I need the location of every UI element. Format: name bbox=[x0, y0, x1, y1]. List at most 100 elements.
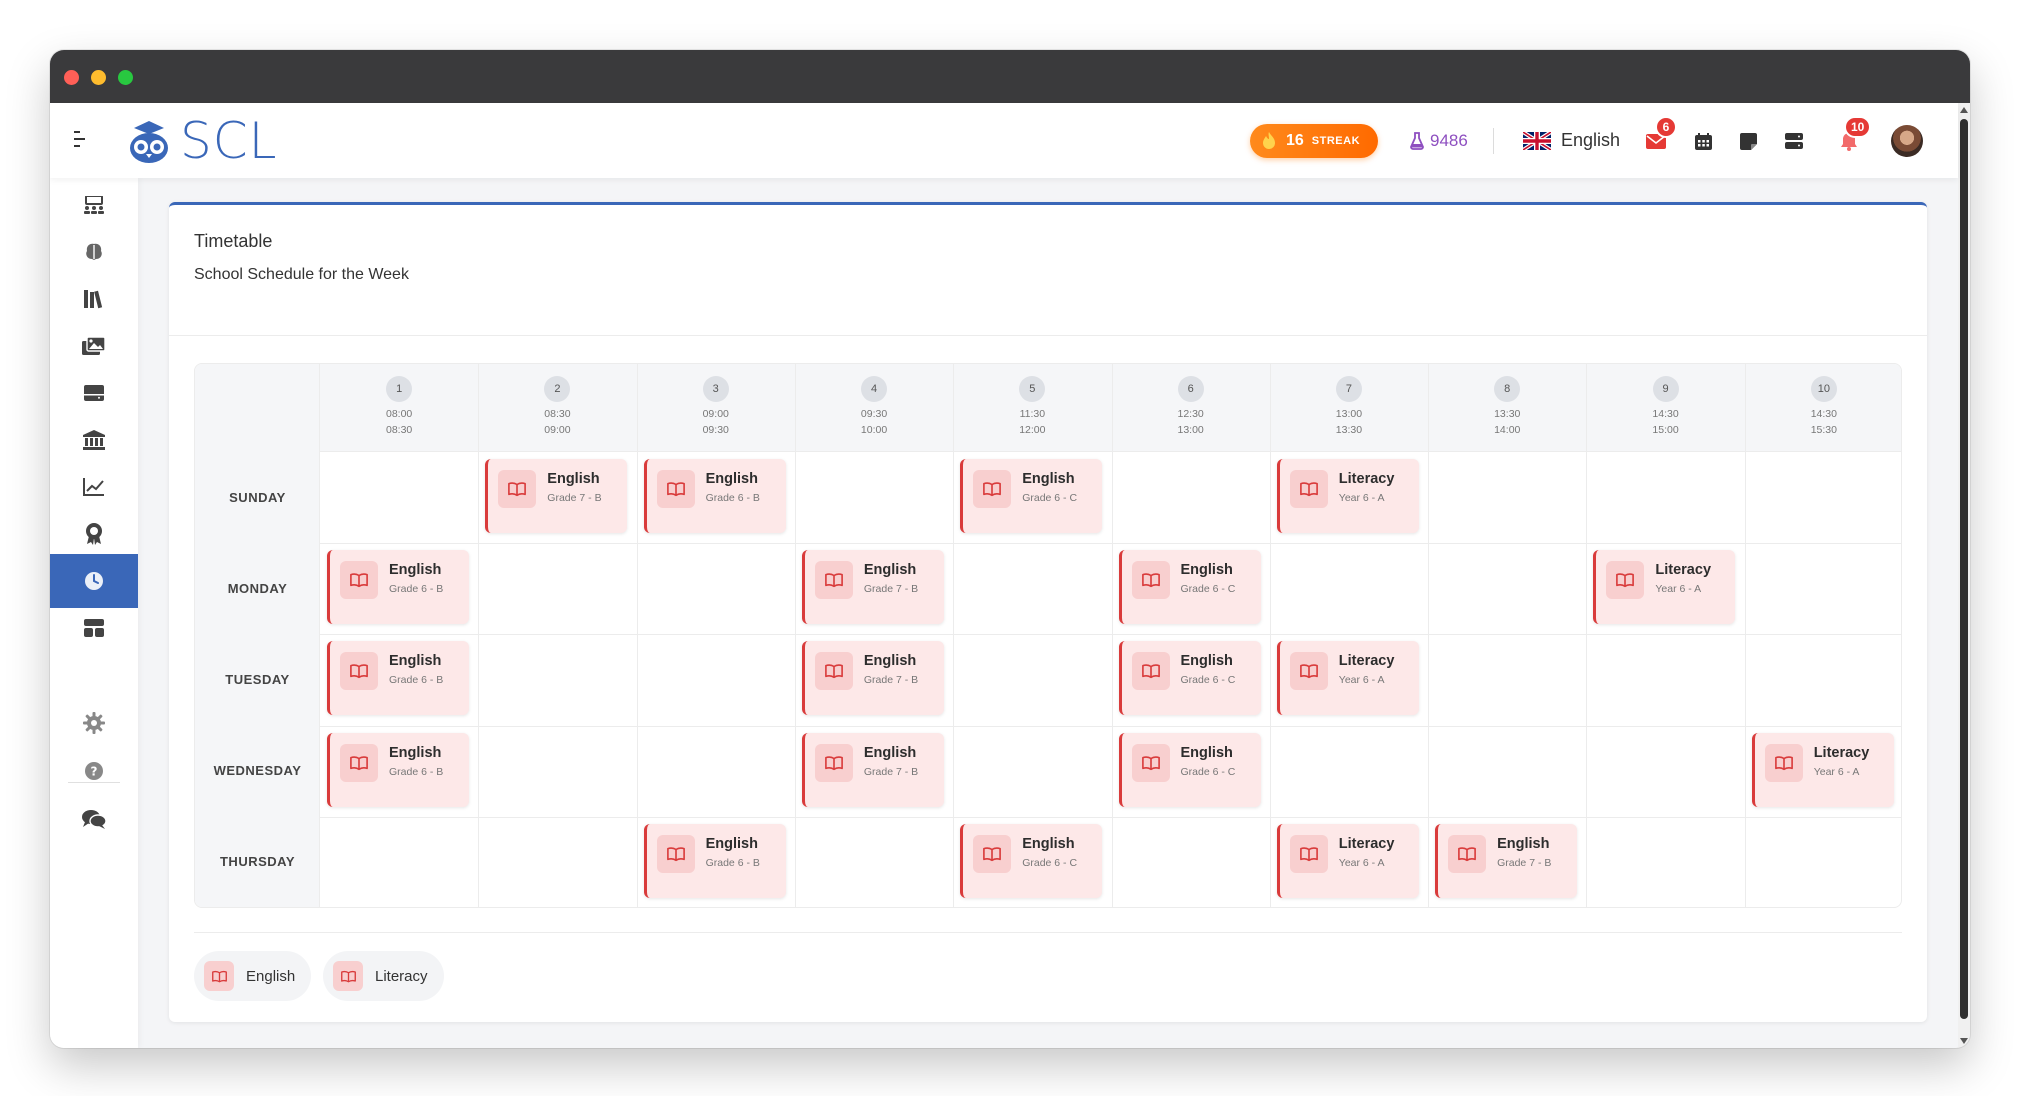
lesson-block[interactable]: English Grade 6 - C bbox=[960, 823, 1103, 898]
lesson-block[interactable]: English Grade 6 - B bbox=[327, 732, 469, 807]
lesson-block[interactable]: English Grade 6 - B bbox=[327, 641, 469, 716]
book-icon bbox=[1764, 743, 1803, 782]
period-header: 5 11:30 12:00 bbox=[953, 364, 1111, 452]
storage-button[interactable] bbox=[1781, 128, 1807, 154]
lesson-block[interactable]: English Grade 6 - C bbox=[1118, 732, 1261, 807]
lesson-block[interactable]: English Grade 7 - B bbox=[1435, 823, 1578, 898]
streak-badge[interactable]: 16 STREAK bbox=[1250, 124, 1378, 158]
period-start: 14:30 bbox=[1810, 408, 1837, 420]
grid-column-line bbox=[1586, 364, 1588, 907]
book-icon bbox=[1289, 652, 1328, 691]
lesson-class: Grade 6 - C bbox=[1180, 674, 1236, 687]
mail-button[interactable]: 6 bbox=[1643, 116, 1677, 154]
lesson-block[interactable]: English Grade 7 - B bbox=[801, 641, 944, 716]
lesson-block[interactable]: English Grade 6 - B bbox=[643, 459, 786, 533]
sidebar-item-settings[interactable] bbox=[50, 696, 138, 750]
timetable-grid: 1 08:00 08:30 2 08:30 09:00 3 09:00 09:30 4 09:30 1… bbox=[194, 363, 1902, 908]
notifications-button[interactable]: 10 bbox=[1836, 116, 1872, 154]
lesson-subject: Literacy bbox=[1338, 471, 1395, 487]
grid-row-line bbox=[320, 816, 1901, 818]
sidebar-item-help[interactable]: ? bbox=[50, 744, 138, 798]
period-start: 09:00 bbox=[702, 408, 729, 420]
lesson-class: Grade 6 - C bbox=[1022, 492, 1078, 504]
grid-column-line bbox=[1428, 364, 1430, 907]
sidebar-item-classes[interactable] bbox=[50, 178, 138, 232]
legend-chip[interactable]: English bbox=[194, 951, 312, 1001]
lesson-block[interactable]: Literacy Year 6 - A bbox=[1751, 732, 1894, 807]
lesson-text: Literacy Year 6 - A bbox=[1339, 653, 1395, 686]
period-number: 6 bbox=[1177, 376, 1204, 402]
period-header: 10 14:30 15:30 bbox=[1745, 364, 1901, 452]
legend-chip[interactable]: Literacy bbox=[323, 951, 444, 1001]
scroll-down-arrow[interactable] bbox=[1960, 1038, 1968, 1044]
minimize-window-button[interactable] bbox=[91, 70, 106, 85]
lesson-block[interactable]: English Grade 7 - B bbox=[485, 459, 628, 533]
lesson-class: Grade 7 - B bbox=[1497, 856, 1552, 869]
brain-icon bbox=[84, 242, 104, 262]
lesson-text: English Grade 6 - B bbox=[706, 471, 760, 504]
sidebar-item-storage[interactable] bbox=[50, 366, 138, 420]
language-label: English bbox=[1561, 130, 1621, 150]
lesson-block[interactable]: Literacy Year 6 - A bbox=[1276, 641, 1419, 716]
close-window-button[interactable] bbox=[64, 70, 79, 85]
period-end: 09:00 bbox=[544, 424, 571, 436]
lesson-block[interactable]: English Grade 6 - C bbox=[960, 459, 1103, 533]
period-start: 13:00 bbox=[1335, 408, 1363, 420]
menu-toggle-icon[interactable] bbox=[74, 131, 88, 149]
maximize-window-button[interactable] bbox=[118, 70, 133, 85]
period-end: 15:30 bbox=[1810, 424, 1837, 436]
logo-text: SCL bbox=[180, 112, 278, 170]
scroll-up-arrow[interactable] bbox=[1960, 107, 1968, 113]
sidebar-item-gallery[interactable] bbox=[50, 319, 138, 373]
period-start: 12:30 bbox=[1177, 408, 1204, 420]
user-avatar[interactable] bbox=[1891, 125, 1923, 157]
notes-button[interactable] bbox=[1735, 128, 1761, 154]
app-logo[interactable]: SCL bbox=[124, 112, 278, 170]
page-title: Timetable bbox=[194, 231, 273, 251]
lesson-block[interactable]: Literacy Year 6 - A bbox=[1276, 823, 1419, 898]
lesson-block[interactable]: Literacy Year 6 - A bbox=[1593, 550, 1736, 625]
server-icon bbox=[1785, 133, 1803, 149]
lesson-block[interactable]: English Grade 7 - B bbox=[801, 732, 944, 807]
calendar-button[interactable] bbox=[1690, 128, 1716, 154]
day-column bbox=[195, 364, 320, 907]
scroll-thumb[interactable] bbox=[1960, 119, 1968, 1019]
lesson-block[interactable]: Literacy Year 6 - A bbox=[1276, 459, 1419, 533]
sidebar: ? bbox=[50, 178, 138, 1048]
period-number: 10 bbox=[1810, 376, 1837, 402]
language-selector[interactable]: English bbox=[1523, 130, 1620, 151]
period-time: 14:30 15:30 bbox=[1811, 406, 1837, 438]
book-icon bbox=[498, 470, 537, 508]
period-time: 11:30 12:00 bbox=[1019, 406, 1045, 438]
book-icon bbox=[1131, 743, 1170, 782]
lesson-subject: English bbox=[1022, 471, 1075, 487]
lesson-block[interactable]: English Grade 6 - C bbox=[1118, 641, 1261, 716]
lesson-block[interactable]: English Grade 6 - B bbox=[643, 823, 786, 898]
sidebar-item-timetable[interactable] bbox=[50, 554, 138, 608]
lesson-subject: English bbox=[389, 744, 442, 761]
grid-column-line bbox=[794, 364, 796, 907]
sidebar-item-analytics[interactable] bbox=[50, 460, 138, 514]
day-label: TUESDAY bbox=[225, 672, 290, 687]
sidebar-item-school[interactable] bbox=[50, 413, 138, 467]
svg-text:?: ? bbox=[91, 765, 98, 779]
lesson-block[interactable]: English Grade 6 - B bbox=[327, 550, 469, 625]
sidebar-item-awards[interactable] bbox=[50, 507, 138, 561]
sidebar-item-library[interactable] bbox=[50, 272, 138, 326]
lesson-block[interactable]: English Grade 6 - C bbox=[1118, 550, 1261, 625]
points-display[interactable]: 9486 bbox=[1410, 131, 1468, 151]
period-header: 9 14:30 15:00 bbox=[1586, 364, 1744, 452]
lesson-block[interactable]: English Grade 7 - B bbox=[801, 550, 944, 625]
period-number: 8 bbox=[1494, 376, 1521, 402]
book-icon bbox=[973, 834, 1012, 873]
lesson-class: Grade 6 - B bbox=[705, 492, 760, 504]
book-icon bbox=[1131, 561, 1170, 600]
scrollbar[interactable] bbox=[1958, 103, 1970, 1048]
period-header: 3 09:00 09:30 bbox=[637, 364, 795, 452]
period-header: 6 12:30 13:00 bbox=[1112, 364, 1270, 452]
grid-row-line bbox=[320, 725, 1901, 727]
sidebar-item-layout[interactable] bbox=[50, 601, 138, 655]
sidebar-item-brain[interactable] bbox=[50, 225, 138, 279]
book-icon bbox=[656, 834, 695, 873]
sidebar-item-chat[interactable] bbox=[50, 792, 138, 846]
